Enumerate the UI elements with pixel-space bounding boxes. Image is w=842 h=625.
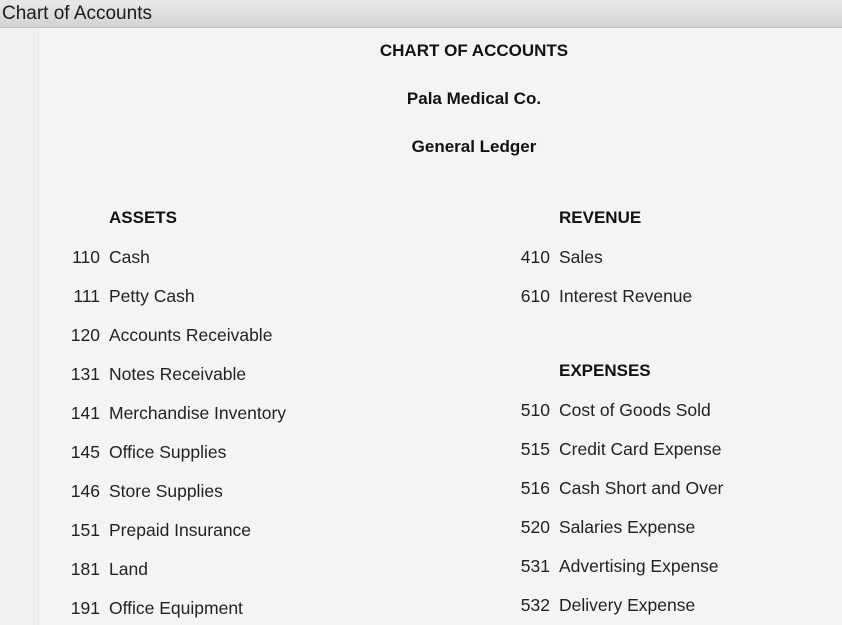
account-number: 191	[70, 598, 100, 618]
account-number: 510	[520, 400, 550, 420]
account-name: Merchandise Inventory	[109, 403, 287, 423]
account-number: 520	[520, 517, 550, 537]
account-number: 410	[520, 247, 550, 267]
account-name: Credit Card Expense	[559, 439, 722, 459]
window-titlebar: Chart of Accounts	[0, 0, 842, 28]
account-number: 532	[520, 595, 550, 615]
account-number: 531	[520, 556, 550, 576]
window-title: Chart of Accounts	[2, 3, 152, 24]
account-name: Land	[109, 559, 148, 579]
account-number: 120	[70, 325, 100, 345]
company-name: Pala Medical Co.	[406, 89, 542, 108]
account-number: 131	[70, 364, 100, 384]
account-number: 146	[70, 481, 100, 501]
account-name: Advertising Expense	[559, 556, 719, 576]
account-number: 181	[70, 559, 100, 579]
account-name: Delivery Expense	[559, 595, 696, 615]
revenue-heading: REVENUE	[559, 208, 642, 227]
account-number: 145	[70, 442, 100, 462]
left-gutter	[0, 28, 39, 625]
account-name: Office Supplies	[109, 442, 227, 462]
account-name: Petty Cash	[109, 286, 195, 306]
account-number: 610	[520, 286, 550, 306]
account-name: Sales	[559, 247, 603, 267]
account-name: Cash Short and Over	[559, 478, 724, 498]
account-name: Cost of Goods Sold	[559, 400, 711, 420]
account-name: Interest Revenue	[559, 286, 693, 306]
account-name: Office Equipment	[109, 598, 243, 618]
account-name: Prepaid Insurance	[109, 520, 252, 540]
page-title: CHART OF ACCOUNTS	[379, 41, 569, 60]
account-name: Notes Receivable	[109, 364, 247, 384]
account-name: Accounts Receivable	[109, 325, 273, 345]
account-number: 141	[70, 403, 100, 423]
ledger-name: General Ledger	[411, 137, 537, 156]
account-number: 111	[73, 286, 100, 306]
account-name: Store Supplies	[109, 481, 223, 501]
account-number: 515	[520, 439, 550, 459]
account-number: 151	[70, 520, 100, 540]
account-number: 110	[72, 247, 100, 267]
assets-heading: ASSETS	[109, 208, 178, 227]
expenses-heading: EXPENSES	[559, 361, 651, 380]
account-name: Cash	[109, 247, 150, 267]
account-name: Salaries Expense	[559, 517, 696, 537]
account-number: 516	[520, 478, 550, 498]
